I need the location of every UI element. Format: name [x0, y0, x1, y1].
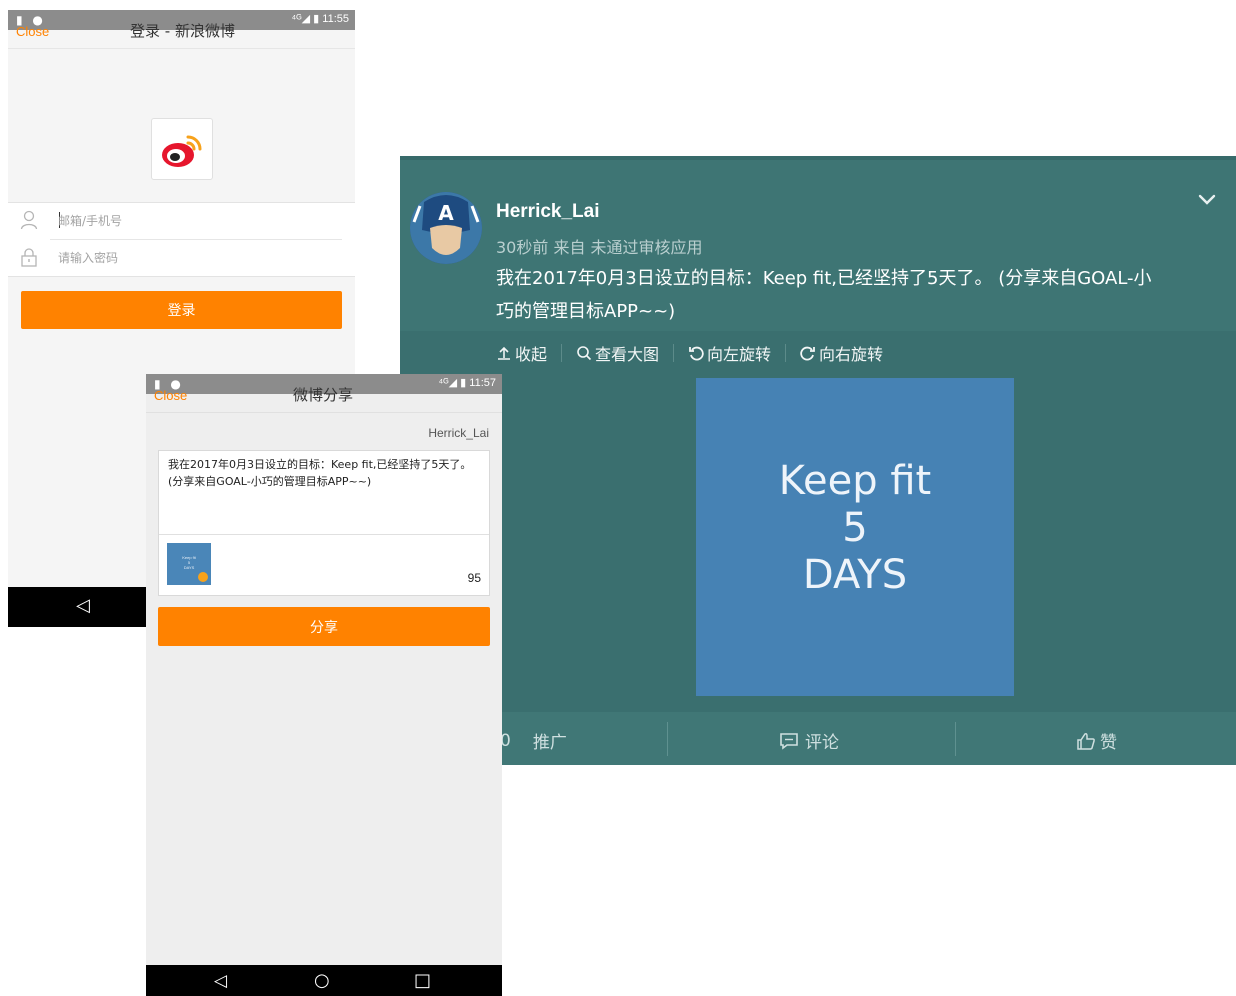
view-large-label: 查看大图	[595, 345, 660, 364]
avatar[interactable]: A	[410, 192, 482, 264]
weibo-post-card: A Herrick_Lai 30秒前 来自 未通过审核应用 我在2017年0月3…	[400, 156, 1236, 765]
rotate-right-icon	[800, 346, 815, 361]
divider	[955, 722, 956, 756]
lock-icon	[21, 248, 37, 267]
back-icon[interactable]: ◁	[214, 971, 227, 991]
attached-image-thumbnail[interactable]: Keep fit 5 DAYS	[167, 543, 211, 585]
view-large-button[interactable]: 查看大图	[576, 341, 659, 365]
share-compose-box: 我在2017年0月3日设立的目标：Keep fit,已经坚持了5天了。 (分享来…	[158, 450, 490, 596]
share-username: Herrick_Lai	[428, 426, 489, 440]
divider	[785, 344, 787, 362]
post-text: 我在2017年0月3日设立的目标：Keep fit,已经坚持了5天了。 (分享来…	[496, 262, 1220, 328]
weibo-share-screen: ▮ ● ⁴ᴳ◢ ▮ 11:57 Close 微博分享 Herrick_Lai 我…	[146, 374, 502, 996]
status-right: ⁴ᴳ◢ ▮ 11:55	[291, 12, 349, 25]
rotate-left-button[interactable]: 向左旋转	[688, 341, 771, 365]
like-button[interactable]: 赞	[1076, 728, 1117, 753]
android-nav-bar: ◁ ○ □	[146, 965, 502, 996]
signal-icon: ⁴ᴳ◢	[438, 377, 458, 389]
divider	[667, 722, 668, 756]
status-time: 11:57	[469, 377, 496, 389]
image-text-line: Keep fit	[778, 458, 932, 504]
promote-label: 推广	[532, 733, 567, 753]
email-row	[8, 203, 355, 240]
svg-text:A: A	[438, 201, 454, 225]
close-button[interactable]: Close	[16, 24, 49, 39]
recents-icon[interactable]: □	[414, 970, 431, 991]
check-icon	[198, 572, 208, 582]
post-header: A Herrick_Lai 30秒前 来自 未通过审核应用 我在2017年0月3…	[400, 156, 1236, 331]
page-title: 登录 - 新浪微博	[130, 22, 235, 40]
comment-label: 评论	[805, 733, 839, 753]
divider	[146, 412, 502, 413]
collapse-icon	[498, 346, 510, 360]
divider	[159, 534, 489, 535]
post-username[interactable]: Herrick_Lai	[496, 201, 600, 223]
home-icon[interactable]: ○	[314, 970, 330, 991]
weibo-logo	[151, 118, 213, 180]
divider	[8, 48, 355, 49]
close-button[interactable]: Close	[154, 388, 187, 403]
like-label: 赞	[1100, 733, 1117, 753]
captain-america-avatar-icon: A	[410, 192, 482, 264]
comment-button[interactable]: 评论	[779, 728, 839, 753]
back-icon[interactable]: ◁	[76, 595, 90, 616]
divider	[673, 344, 675, 362]
post-footer: 0 推广 评论 赞	[400, 712, 1236, 765]
rotate-right-button[interactable]: 向右旋转	[800, 341, 883, 365]
image-toolbar: 收起 查看大图 向左旋转 向右旋转	[496, 341, 883, 365]
status-time: 11:55	[322, 13, 349, 25]
page-title: 微博分享	[293, 386, 354, 404]
promote-button[interactable]: 0 推广	[500, 728, 567, 754]
rotate-left-icon	[689, 346, 704, 361]
post-meta: 30秒前 来自 未通过审核应用	[496, 238, 703, 257]
battery-icon: ▮	[460, 377, 467, 389]
post-text-line: 巧的管理目标APP~~)	[496, 301, 676, 322]
password-row	[8, 240, 355, 276]
char-count: 95	[467, 571, 481, 585]
rotate-left-label: 向左旋转	[707, 345, 772, 364]
share-text-input[interactable]: 我在2017年0月3日设立的目标：Keep fit,已经坚持了5天了。 (分享来…	[168, 456, 473, 490]
post-text-line: 我在2017年0月3日设立的目标：Keep fit,已经坚持了5天了。 (分享来…	[496, 268, 1152, 289]
thumbs-up-icon	[1077, 732, 1095, 750]
share-button[interactable]: 分享	[158, 607, 490, 646]
chevron-down-icon[interactable]	[1198, 192, 1216, 206]
battery-icon: ▮	[313, 13, 320, 25]
thumb-text-line: DAYS	[183, 565, 195, 570]
collapse-label: 收起	[515, 345, 548, 364]
email-field[interactable]	[58, 211, 328, 231]
rotate-right-label: 向右旋转	[819, 345, 884, 364]
goal-image[interactable]: Keep fit 5 DAYS	[696, 378, 1014, 696]
status-right: ⁴ᴳ◢ ▮ 11:57	[438, 376, 496, 389]
signal-icon: ⁴ᴳ◢	[291, 13, 311, 25]
weibo-logo-icon	[162, 135, 202, 167]
password-field[interactable]	[58, 248, 328, 268]
login-form	[8, 202, 355, 277]
search-icon	[577, 346, 592, 361]
comment-icon	[780, 732, 798, 750]
user-icon	[20, 210, 38, 230]
image-text-line: 5	[842, 505, 868, 551]
collapse-button[interactable]: 收起	[496, 341, 547, 365]
login-button[interactable]: 登录	[21, 291, 342, 329]
divider	[561, 344, 563, 362]
image-text-line: DAYS	[802, 552, 908, 598]
